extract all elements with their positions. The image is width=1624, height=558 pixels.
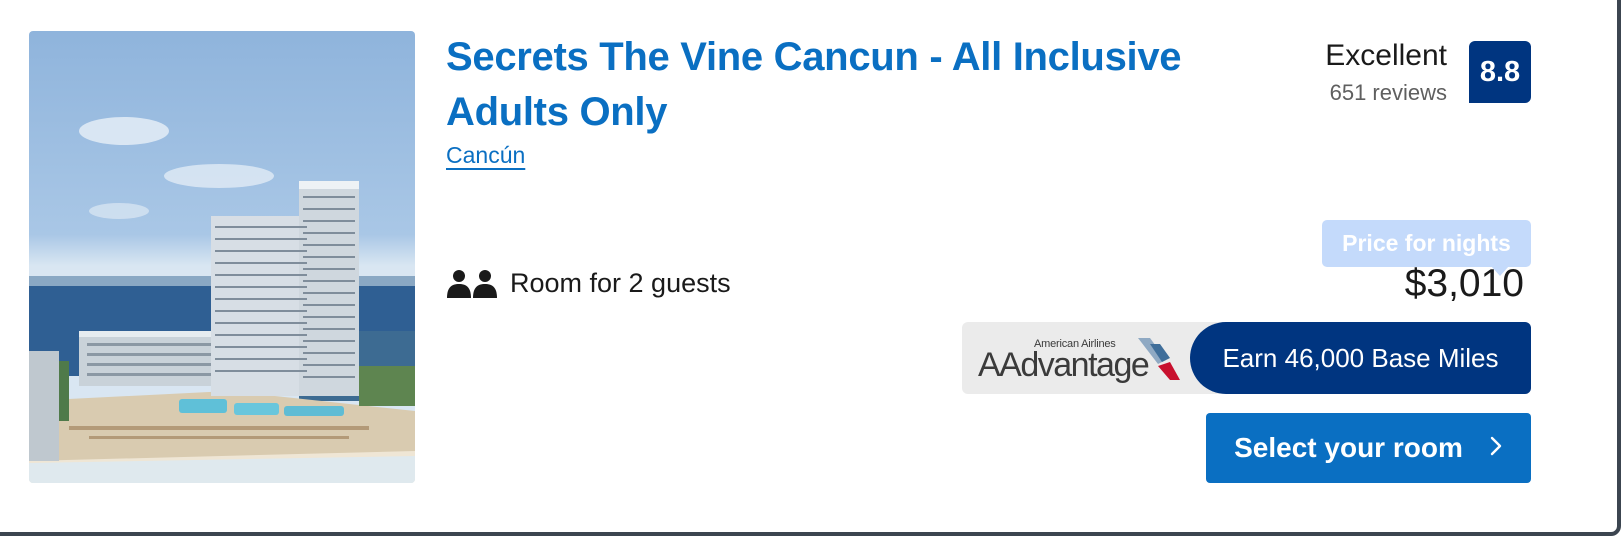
price-amount: $3,010 <box>1404 262 1524 305</box>
rating-label: Excellent <box>1325 39 1447 72</box>
aadvantage-logo: American Airlines AAdvantage <box>978 332 1193 388</box>
review-summary[interactable]: Excellent 651 reviews <box>1325 38 1447 106</box>
guests-icon <box>446 269 498 299</box>
select-room-label: Select your room <box>1234 432 1463 463</box>
earn-miles-pill: Earn 46,000 Base Miles <box>1190 322 1531 394</box>
review-count: 651 reviews <box>1329 80 1447 105</box>
price-for-nights-tag: Price for nights <box>1322 220 1531 276</box>
hotel-result-card[interactable]: Secrets The Vine Cancun - All Inclusive … <box>0 0 1621 536</box>
aadvantage-miles-banner: American Airlines AAdvantage Earn 46,000… <box>962 322 1531 394</box>
aa-brand-big: AAdvantage <box>978 346 1150 384</box>
chevron-right-icon <box>1489 432 1503 464</box>
hotel-name-link[interactable]: Secrets The Vine Cancun - All Inclusive … <box>446 30 1206 140</box>
hotel-photo[interactable] <box>29 31 415 483</box>
review-score-badge: 8.8 <box>1469 41 1531 103</box>
room-occupancy: Room for 2 guests <box>446 268 731 299</box>
hotel-location-link[interactable]: Cancún <box>446 142 525 169</box>
american-airlines-flight-symbol-icon <box>1138 338 1180 380</box>
select-room-button[interactable]: Select your room <box>1206 413 1531 483</box>
occupancy-text: Room for 2 guests <box>510 268 731 298</box>
